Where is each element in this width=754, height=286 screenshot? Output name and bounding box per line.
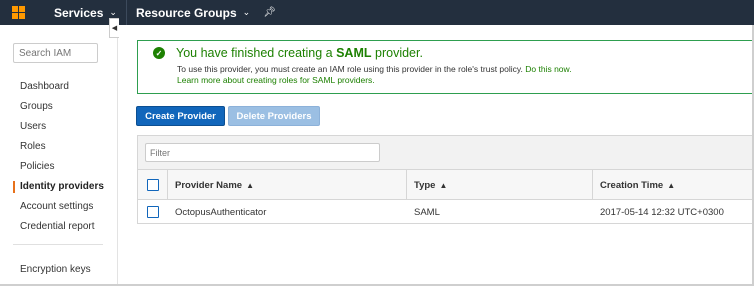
providers-table: Provider Name ▲︎ Type ▲︎ Creation Time ▲… <box>137 135 754 224</box>
delete-providers-button[interactable]: Delete Providers <box>228 106 320 126</box>
filter-input[interactable] <box>145 143 380 162</box>
table-header: Provider Name ▲︎ Type ▲︎ Creation Time ▲… <box>138 170 754 200</box>
services-menu-label: Services <box>54 5 104 20</box>
alert-message-text: To use this provider, you must create an… <box>177 64 523 74</box>
chevron-down-icon: ⌄ <box>109 7 117 17</box>
sidebar-item-account-settings[interactable]: Account settings <box>0 197 117 217</box>
alert-title-bold: SAML <box>336 46 372 60</box>
column-header-provider-name[interactable]: Provider Name ▲︎ <box>167 170 254 200</box>
do-this-now-link[interactable]: Do this now. <box>525 64 571 74</box>
table-row[interactable]: OctopusAuthenticator SAML 2017-05-14 12:… <box>138 200 754 225</box>
alert-title-prefix: You have finished creating a <box>176 46 333 60</box>
filter-bar <box>138 136 754 170</box>
sidebar: Dashboard Groups Users Roles Policies Id… <box>0 25 118 286</box>
caret-left-icon: ◀ <box>111 25 118 32</box>
create-provider-button[interactable]: Create Provider <box>136 106 225 126</box>
column-header-label: Provider Name <box>175 179 243 191</box>
sidebar-item-users[interactable]: Users <box>0 117 117 137</box>
alert-message: To use this provider, you must create an… <box>177 64 572 74</box>
aws-cube-logo-icon[interactable] <box>12 6 26 19</box>
sidebar-item-credential-report[interactable]: Credential report <box>0 217 117 237</box>
column-header-type[interactable]: Type ▲︎ <box>406 170 447 200</box>
sidebar-collapse-toggle[interactable]: ◀ <box>109 18 119 38</box>
sort-icon: ▲︎ <box>246 180 254 190</box>
column-header-creation-time[interactable]: Creation Time ▲︎ <box>592 170 675 200</box>
sidebar-nav-list: Dashboard Groups Users Roles Policies Id… <box>0 77 117 237</box>
sort-icon: ▲︎ <box>667 180 676 190</box>
sidebar-item-policies[interactable]: Policies <box>0 157 117 177</box>
learn-more-link[interactable]: Learn more about creating roles for SAML… <box>177 75 375 85</box>
resource-groups-menu[interactable]: Resource Groups ⌄ <box>136 0 259 25</box>
alert-title-suffix: provider. <box>375 46 423 60</box>
search-iam-input[interactable] <box>13 43 98 63</box>
cell-creation-time: 2017-05-14 12:32 UTC+0300 <box>600 207 724 218</box>
cell-provider-name[interactable]: OctopusAuthenticator <box>167 200 266 225</box>
column-header-label: Creation Time <box>600 179 664 191</box>
sidebar-item-dashboard[interactable]: Dashboard <box>0 77 117 97</box>
resource-groups-menu-label: Resource Groups <box>135 5 237 20</box>
sidebar-divider <box>13 244 103 245</box>
nav-divider <box>125 0 127 25</box>
pin-icon[interactable]: 📌︎ <box>263 7 276 18</box>
success-alert: ✓ You have finished creating a SAML prov… <box>137 40 754 94</box>
sort-icon: ▲︎ <box>439 180 448 190</box>
sidebar-item-identity-providers[interactable]: Identity providers <box>0 177 117 197</box>
cell-type: SAML <box>414 207 440 218</box>
check-circle-icon: ✓ <box>153 47 165 59</box>
alert-title: You have finished creating a SAML provid… <box>176 46 423 60</box>
sidebar-item-encryption-keys[interactable]: Encryption keys <box>0 260 91 280</box>
sidebar-item-groups[interactable]: Groups <box>0 97 117 117</box>
select-all-checkbox[interactable] <box>147 179 159 191</box>
column-header-label: Type <box>414 179 436 191</box>
sidebar-item-roles[interactable]: Roles <box>0 137 117 157</box>
row-checkbox[interactable] <box>147 206 159 218</box>
chevron-down-icon: ⌄ <box>242 7 251 17</box>
